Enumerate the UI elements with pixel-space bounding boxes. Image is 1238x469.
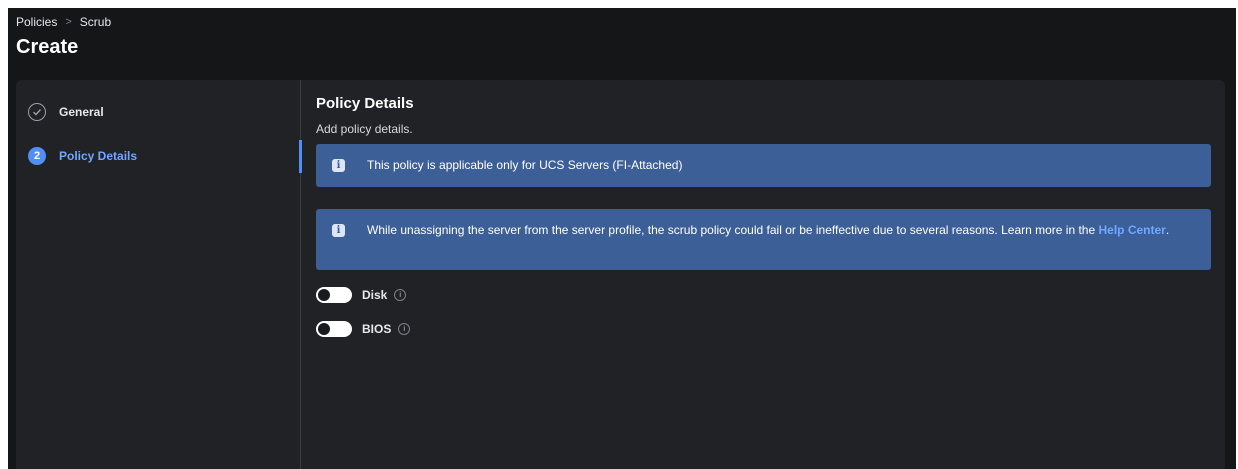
app-window: Policies > Scrub Create General 2 Policy… <box>8 8 1236 469</box>
steps-divider <box>300 80 301 469</box>
info-circle-icon[interactable]: i <box>398 323 411 335</box>
step-general[interactable]: General <box>28 101 104 123</box>
section-title: Policy Details <box>316 95 414 112</box>
disk-label: Disk <box>362 288 388 302</box>
info-circle-icon[interactable]: i <box>394 289 407 301</box>
help-center-link[interactable]: Help Center <box>1099 223 1166 237</box>
info-banner-body: While unassigning the server from the se… <box>367 223 1096 237</box>
policy-details-content: Policy Details Add policy details. i Thi… <box>316 80 1211 469</box>
active-step-indicator <box>299 140 302 173</box>
wizard-panel: General 2 Policy Details Policy Details … <box>16 80 1225 469</box>
toggle-knob <box>318 323 330 335</box>
info-banner-text: This policy is applicable only for UCS S… <box>367 158 683 172</box>
info-banner-ucs: i This policy is applicable only for UCS… <box>316 144 1211 187</box>
bios-toggle[interactable] <box>316 321 352 337</box>
page-title: Create <box>16 36 79 58</box>
step-general-label: General <box>59 105 104 119</box>
toggle-knob <box>318 289 330 301</box>
step-number-badge: 2 <box>28 147 46 165</box>
bios-toggle-row: BIOS i <box>316 319 411 339</box>
disk-toggle-row: Disk i <box>316 285 407 305</box>
breadcrumb: Policies > Scrub <box>16 15 111 29</box>
info-icon: i <box>332 224 345 237</box>
info-icon: i <box>332 159 345 172</box>
check-icon <box>33 109 42 116</box>
info-banner-text: While unassigning the server from the se… <box>367 220 1169 240</box>
check-circle-icon <box>28 103 46 121</box>
disk-toggle[interactable] <box>316 287 352 303</box>
step-policy-details-label: Policy Details <box>59 149 138 163</box>
wizard-steps: General 2 Policy Details <box>16 80 300 469</box>
step-policy-details[interactable]: 2 Policy Details <box>28 145 137 167</box>
breadcrumb-policies[interactable]: Policies <box>16 15 57 29</box>
info-banner-suffix: . <box>1165 223 1170 237</box>
breadcrumb-scrub: Scrub <box>79 15 112 29</box>
breadcrumb-separator: > <box>65 16 72 28</box>
info-banner-scrub-warning: i While unassigning the server from the … <box>316 209 1211 270</box>
bios-label: BIOS <box>362 322 392 336</box>
page-header: Policies > Scrub Create <box>8 8 1236 80</box>
section-subtitle: Add policy details. <box>316 122 413 136</box>
